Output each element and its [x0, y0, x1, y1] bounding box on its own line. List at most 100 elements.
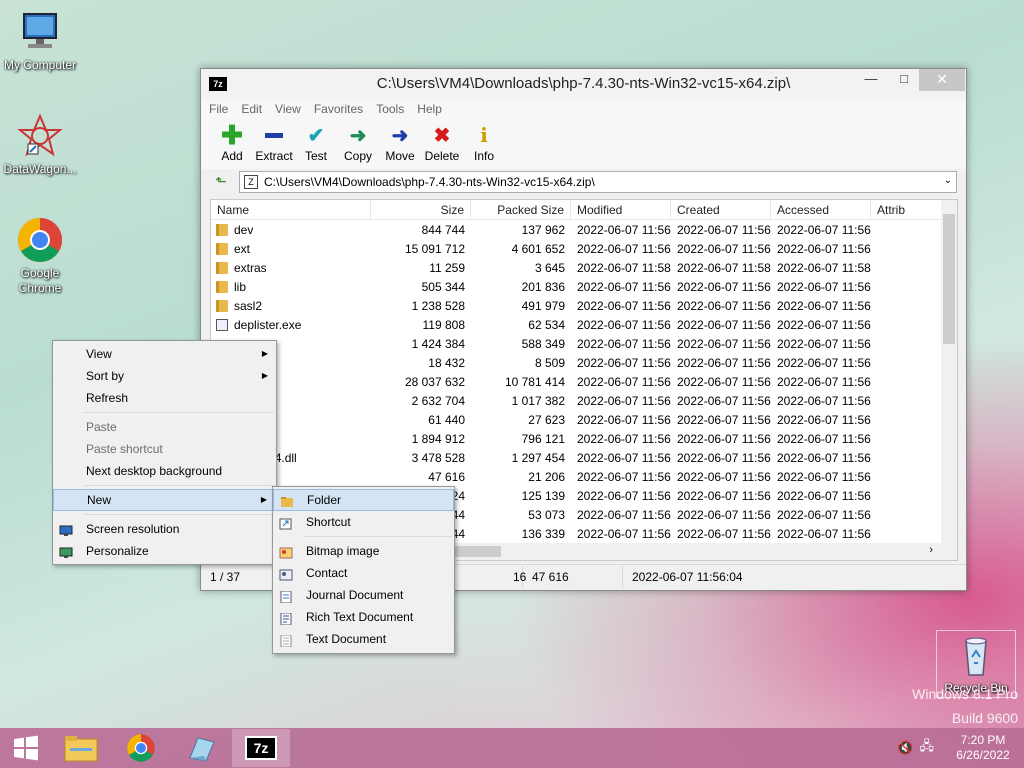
delete-button[interactable]: ✖ Delete	[421, 123, 463, 164]
add-button[interactable]: ✚ Add	[211, 120, 253, 164]
cell-created: 2022-06-07 11:56	[677, 374, 771, 389]
extract-label: Extract	[255, 149, 293, 163]
table-row[interactable]: -1_1-x64.dll3 478 5281 297 4542022-06-07…	[211, 448, 957, 467]
address-row: ⬑ Z C:\Users\VM4\Downloads\php-7.4.30-nt…	[201, 169, 966, 195]
table-row[interactable]: extras 11 259 3 645 2022-06-07 11:58 2022-06…	[211, 258, 957, 277]
menu-item-view[interactable]: View ▶	[53, 343, 276, 365]
taskbar-file-explorer[interactable]	[52, 729, 110, 767]
table-row[interactable]: dll2 632 7041 017 3822022-06-07 11:56202…	[211, 391, 957, 410]
cell-created: 2022-06-07 11:56	[677, 507, 771, 522]
cell-created: 2022-06-07 11:56	[677, 393, 771, 408]
cell-packed-size: 491 979	[521, 298, 565, 313]
status-packed: 47 616	[523, 565, 623, 588]
cell-accessed: 2022-06-07 11:56	[777, 317, 871, 332]
network-icon[interactable]: 🖧	[920, 737, 935, 759]
cell-modified: 2022-06-07 11:56	[577, 336, 671, 351]
col-created[interactable]: Created	[671, 200, 771, 220]
menu-item-paste[interactable]: Paste	[53, 416, 276, 438]
taskbar-chrome[interactable]	[112, 729, 170, 767]
file-name: dev	[234, 222, 254, 237]
col-accessed[interactable]: Accessed	[771, 200, 871, 220]
chevron-down-icon[interactable]: ⌄	[944, 175, 952, 186]
taskbar-7zip[interactable]: 7z	[232, 729, 290, 767]
menu-item-label: New	[87, 493, 112, 507]
menu-favorites[interactable]: Favorites	[314, 102, 363, 116]
table-row[interactable]: 1 424 384 588 349 2022-06-07 11:56 2022-06-…	[211, 334, 957, 353]
menu-item-screen-resolution[interactable]: Screen resolution	[53, 518, 276, 540]
menu-item-personalize[interactable]: Personalize	[53, 540, 276, 562]
address-bar[interactable]: Z C:\Users\VM4\Downloads\php-7.4.30-nts-…	[239, 171, 957, 193]
menu-item-sort-by[interactable]: Sort by ▶	[53, 365, 276, 387]
volume-muted-icon[interactable]: 🔇	[897, 740, 913, 756]
col-name[interactable]: Name	[211, 200, 371, 220]
extract-button[interactable]: Extract	[253, 123, 295, 163]
desktop-icon-my-computer[interactable]: My Computer	[0, 8, 80, 73]
table-row[interactable]: deplister.exe 119 808 62 534 2022-06-07 11:…	[211, 315, 957, 334]
cell-packed-size: 21 206	[528, 469, 565, 484]
col-size[interactable]: Size	[371, 200, 471, 220]
menu-tools[interactable]: Tools	[376, 102, 404, 116]
table-row[interactable]: dll1 894 912796 1212022-06-07 11:562022-…	[211, 429, 957, 448]
file-name: extras	[234, 260, 267, 275]
cell-accessed: 2022-06-07 11:56	[777, 279, 871, 294]
menu-item-paste-shortcut[interactable]: Paste shortcut	[53, 438, 276, 460]
submenu-item-contact[interactable]: Contact	[273, 562, 454, 584]
table-row[interactable]: lib 505 344 201 836 2022-06-07 11:56 2022-06…	[211, 277, 957, 296]
menu-help[interactable]: Help	[417, 102, 442, 116]
cell-size: 119 808	[422, 317, 466, 332]
col-packed-size[interactable]: Packed Size	[471, 200, 571, 220]
cell-name: dev	[211, 223, 371, 237]
table-row[interactable]: e-2.dll18 4328 5092022-06-07 11:562022-0…	[211, 353, 957, 372]
vertical-scrollbar[interactable]	[941, 200, 957, 543]
close-button[interactable]: ✕	[919, 69, 965, 91]
cell-size: 3 478 528	[411, 450, 465, 465]
clock[interactable]: 7:20 PM 6/26/2022	[948, 733, 1018, 763]
table-row[interactable]: dll61 44027 6232022-06-07 11:562022-06-0…	[211, 410, 957, 429]
cell-packed-size: 62 534	[528, 317, 565, 332]
column-header: Name Size Packed Size Modified Created A…	[211, 200, 957, 220]
title-bar[interactable]: 7z C:\Users\VM4\Downloads\php-7.4.30-nts…	[201, 69, 966, 99]
table-row[interactable]: dev 844 744 137 962 2022-06-07 11:56 2022-06…	[211, 220, 957, 239]
col-attrib[interactable]: Attrib	[871, 200, 951, 220]
cell-accessed: 2022-06-07 11:56	[777, 336, 871, 351]
cell-modified: 2022-06-07 11:56	[577, 317, 671, 332]
table-row[interactable]: dll28 037 63210 781 4142022-06-07 11:562…	[211, 372, 957, 391]
submenu-item-rich-text-document[interactable]: Rich Text Document	[273, 606, 454, 628]
status-modified: 2022-06-07 11:56:04	[632, 569, 743, 584]
table-row[interactable]: sasl2 1 238 528 491 979 2022-06-07 11:56 202…	[211, 296, 957, 315]
table-row[interactable]: ext 15 091 712 4 601 652 2022-06-07 11:56 20…	[211, 239, 957, 258]
table-row[interactable]: nt.dll47 61621 2062022-06-07 11:562022-0…	[211, 467, 957, 486]
test-button[interactable]: ✔ Test	[295, 123, 337, 164]
menu-item-refresh[interactable]: Refresh	[53, 387, 276, 409]
col-modified[interactable]: Modified	[571, 200, 671, 220]
copy-button[interactable]: ➜ Copy	[337, 123, 379, 164]
submenu-item-bitmap-image[interactable]: Bitmap image	[273, 540, 454, 562]
menu-edit[interactable]: Edit	[241, 102, 262, 116]
cell-packed-size: 53 073	[528, 507, 565, 522]
system-tray: 🔇 🖧 7:20 PM 6/26/2022	[897, 728, 1024, 768]
minimize-button[interactable]: ―	[856, 69, 886, 91]
file-explorer-icon	[64, 736, 98, 762]
desktop-icon-google-chrome[interactable]: Google Chrome	[0, 216, 80, 296]
menu-view[interactable]: View	[275, 102, 301, 116]
desktop-icon-datawagon[interactable]: DataWagon...	[0, 112, 80, 177]
maximize-button[interactable]: □	[889, 69, 919, 91]
cell-created: 2022-06-07 11:56	[677, 222, 771, 237]
taskbar-notepad[interactable]	[172, 729, 230, 767]
menu-item-new[interactable]: New ▶	[53, 489, 276, 511]
submenu-item-shortcut[interactable]: Shortcut	[273, 511, 454, 533]
submenu-item-text-document[interactable]: Text Document	[273, 628, 454, 650]
submenu-item-journal-document[interactable]: Journal Document	[273, 584, 454, 606]
menu-item-next-desktop-background[interactable]: Next desktop background	[53, 460, 276, 482]
test-label: Test	[304, 149, 327, 163]
folder-icon	[216, 223, 228, 236]
submenu-item-folder[interactable]: Folder	[273, 489, 454, 511]
move-button[interactable]: ➜ Move	[379, 123, 421, 164]
chevron-right-icon[interactable]: ›	[929, 544, 933, 556]
start-button[interactable]	[2, 729, 50, 767]
info-button[interactable]: i Info	[463, 123, 505, 163]
scroll-thumb[interactable]	[943, 214, 955, 344]
up-folder-icon[interactable]: ⬑	[211, 173, 231, 191]
menu-file[interactable]: File	[209, 102, 228, 116]
datawagon-icon	[16, 112, 64, 160]
